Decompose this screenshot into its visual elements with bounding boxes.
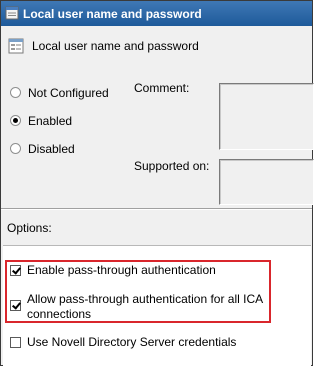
radio-button[interactable] — [10, 87, 21, 98]
radio-label: Enabled — [28, 114, 73, 128]
radio-label: Not Configured — [28, 86, 109, 100]
divider — [1, 208, 312, 210]
policy-dialog: Local user name and password Local user … — [0, 0, 314, 366]
policy-setting-icon — [8, 38, 24, 54]
checkbox-label-line2: connections — [27, 307, 92, 321]
supported-on-field — [219, 159, 314, 205]
title-bar[interactable]: Local user name and password — [1, 1, 312, 26]
checkbox-label: Use Novell Directory Server credentials — [27, 335, 237, 349]
checkbox-label-line1: Allow pass-through authentication for al… — [27, 292, 264, 306]
policy-heading: Local user name and password — [32, 39, 199, 53]
checkbox[interactable] — [10, 337, 21, 348]
checkbox-label: Enable pass-through authentication — [27, 263, 216, 277]
supported-on-label: Supported on: — [134, 159, 210, 173]
radio-label: Disabled — [28, 142, 75, 156]
comment-field[interactable] — [219, 83, 314, 150]
radio-button[interactable] — [10, 115, 21, 126]
window-title: Local user name and password — [23, 7, 202, 21]
radio-button[interactable] — [10, 143, 21, 154]
checkbox[interactable] — [10, 265, 21, 276]
checkbox[interactable] — [10, 300, 21, 311]
options-label: Options: — [7, 221, 52, 235]
comment-label: Comment: — [134, 81, 190, 95]
policy-setting-icon — [5, 6, 19, 20]
